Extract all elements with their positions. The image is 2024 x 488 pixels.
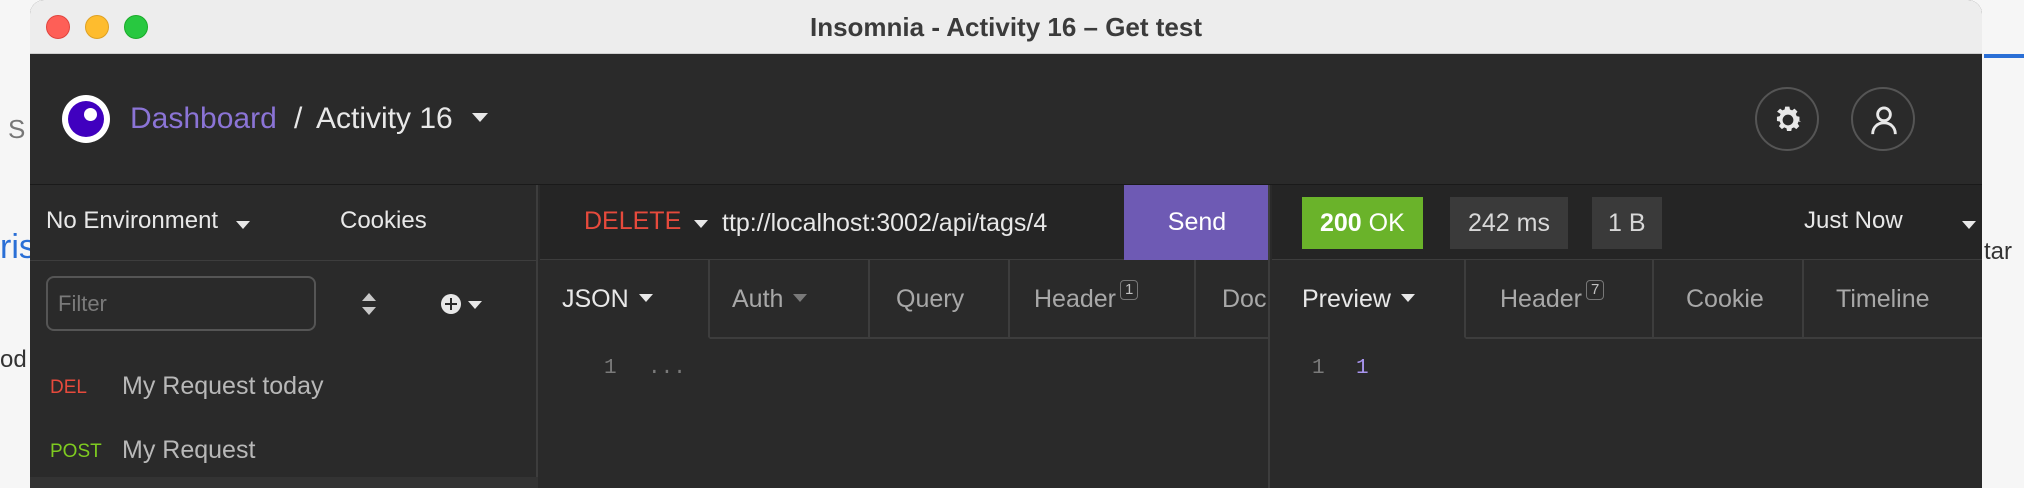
divider: [30, 260, 538, 261]
account-button[interactable]: [1851, 87, 1915, 151]
sidebar: No Environment Cookies DEL My Request to…: [30, 185, 538, 488]
response-history-dropdown[interactable]: Just Now: [1804, 207, 1903, 235]
status-badge: 200 OK: [1302, 197, 1423, 249]
window-title: Insomnia - Activity 16 – Get test: [809, 12, 1203, 42]
tab-query[interactable]: Query: [870, 260, 1010, 339]
user-icon: [1871, 106, 1897, 135]
chevron-down-icon: [793, 294, 808, 303]
response-body: 1: [1356, 357, 1369, 380]
tab-preview[interactable]: Preview: [1272, 260, 1466, 339]
request-list-item[interactable]: DEL My Request today: [30, 357, 538, 417]
editor-content[interactable]: ...: [648, 357, 686, 380]
sort-icon[interactable]: [360, 291, 378, 317]
filter-input[interactable]: [46, 276, 316, 331]
selected-row-highlight: [30, 477, 538, 488]
tab-label: Auth: [732, 285, 784, 313]
tab-label: Query: [896, 285, 965, 313]
app-header: Dashboard / Activity 16: [30, 54, 1982, 185]
request-method-badge: DEL: [50, 377, 87, 398]
response-pane: 200 OK 242 ms 1 B Just Now Preview Heade…: [1272, 185, 1982, 488]
settings-button[interactable]: [1755, 87, 1819, 151]
tab-label: JSON: [562, 285, 629, 313]
insomnia-logo-icon: [62, 95, 110, 143]
chevron-down-icon[interactable]: [236, 221, 250, 229]
bg-fragment: S: [8, 114, 26, 144]
titlebar: Insomnia - Activity 16 – Get test: [30, 0, 1982, 54]
tab-label: Doc: [1222, 285, 1267, 313]
tab-cookie[interactable]: Cookie: [1654, 260, 1804, 339]
header-count-badge: 1: [1120, 280, 1139, 300]
chevron-down-icon[interactable]: [694, 220, 708, 228]
response-tabs: Preview Header 7 Cookie Timeline: [1272, 260, 1982, 339]
breadcrumb-dashboard-link[interactable]: Dashboard: [130, 102, 277, 136]
request-name: My Request today: [122, 372, 324, 400]
tab-header[interactable]: Header 1: [1010, 260, 1196, 339]
status-code: 200: [1320, 209, 1362, 237]
tab-response-header[interactable]: Header 7: [1466, 260, 1654, 339]
request-list-item[interactable]: POST My Request: [30, 421, 538, 481]
tab-body-json[interactable]: JSON: [540, 260, 710, 339]
request-tabs: JSON Auth Query Header 1 Doc: [540, 260, 1268, 339]
request-pane: DELETE Send JSON Auth Query Header1 Doc …: [540, 185, 1270, 488]
breadcrumb-separator: /: [294, 102, 303, 135]
status-text: OK: [1368, 209, 1405, 237]
tab-label: Preview: [1302, 285, 1391, 313]
chevron-down-icon[interactable]: [1962, 221, 1976, 229]
line-number: 1: [1312, 357, 1325, 380]
line-number: 1: [604, 357, 617, 380]
url-input[interactable]: [722, 207, 1102, 239]
bg-fragment: od: [0, 346, 27, 373]
cookies-button[interactable]: Cookies: [340, 207, 427, 235]
chevron-down-icon[interactable]: [472, 113, 488, 122]
bg-fragment: tar: [1984, 238, 2013, 265]
url-bar: DELETE Send: [540, 185, 1268, 260]
chevron-down-icon: [638, 294, 653, 303]
request-name: My Request: [122, 436, 256, 464]
environment-dropdown[interactable]: No Environment: [46, 207, 218, 235]
insomnia-window: Insomnia - Activity 16 – Get test Dashbo…: [30, 0, 1982, 488]
tab-label: Timeline: [1836, 285, 1930, 313]
response-status-bar: 200 OK 242 ms 1 B Just Now: [1272, 185, 1982, 260]
tab-label: Cookie: [1686, 285, 1764, 313]
tab-auth[interactable]: Auth: [710, 260, 870, 339]
gear-icon: [1776, 106, 1802, 132]
request-method-badge: POST: [50, 441, 102, 462]
method-dropdown[interactable]: DELETE: [584, 207, 681, 236]
workspace-dropdown[interactable]: Activity 16: [316, 102, 453, 136]
add-request-icon[interactable]: [440, 292, 486, 316]
tab-timeline[interactable]: Timeline: [1804, 260, 1982, 339]
tab-label: Header: [1500, 285, 1582, 313]
tab-docs[interactable]: Doc: [1196, 260, 1268, 339]
response-time-badge: 242 ms: [1450, 197, 1568, 249]
send-button[interactable]: Send: [1124, 185, 1268, 260]
response-size-badge: 1 B: [1592, 197, 1662, 249]
header-count-badge: 7: [1586, 280, 1605, 300]
tab-label: Header: [1034, 285, 1116, 313]
bg-accent-line: [1984, 54, 2024, 58]
chevron-down-icon: [1400, 294, 1415, 303]
